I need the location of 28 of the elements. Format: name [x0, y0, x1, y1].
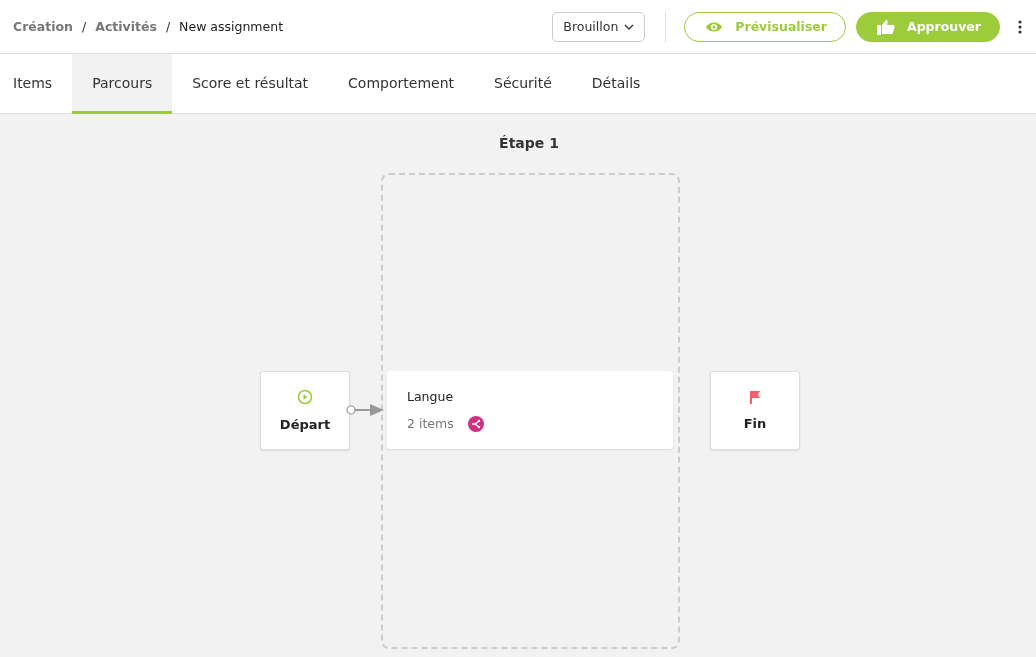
caret-icon: [624, 23, 635, 30]
breadcrumb-separator: /: [82, 19, 87, 34]
breadcrumb-link[interactable]: Activités: [95, 19, 157, 34]
tab[interactable]: Détails: [571, 54, 661, 114]
tab[interactable]: Score et résultat: [172, 54, 329, 114]
node-label: Fin: [743, 416, 767, 431]
tab[interactable]: Comportement: [328, 54, 474, 114]
thumbs-up-icon: [877, 18, 895, 35]
start-node[interactable]: Départ: [260, 371, 350, 450]
eye-icon: [705, 20, 724, 33]
breadcrumb-separator: /: [165, 19, 171, 34]
section-card[interactable]: Langue 2 items: [387, 371, 673, 449]
connector-arrow: [346, 403, 386, 417]
stage-title: Étape 1: [498, 135, 560, 151]
tab[interactable]: Items: [0, 54, 73, 114]
status-dropdown[interactable]: Brouillon: [552, 11, 646, 42]
node-label: Départ: [279, 417, 331, 432]
section-title: Langue: [407, 388, 455, 404]
flag-icon: [749, 390, 761, 404]
breadcrumb-current: New assignment: [179, 19, 284, 34]
breadcrumb-link[interactable]: Création: [13, 19, 73, 34]
more-options-icon[interactable]: [1018, 19, 1022, 34]
end-node[interactable]: Fin: [710, 371, 800, 450]
tab[interactable]: Sécurité: [474, 54, 572, 114]
tab[interactable]: Parcours: [72, 54, 173, 114]
play-icon: [297, 389, 313, 405]
branch-icon[interactable]: [467, 415, 484, 432]
item-count: 2 items: [407, 416, 454, 431]
